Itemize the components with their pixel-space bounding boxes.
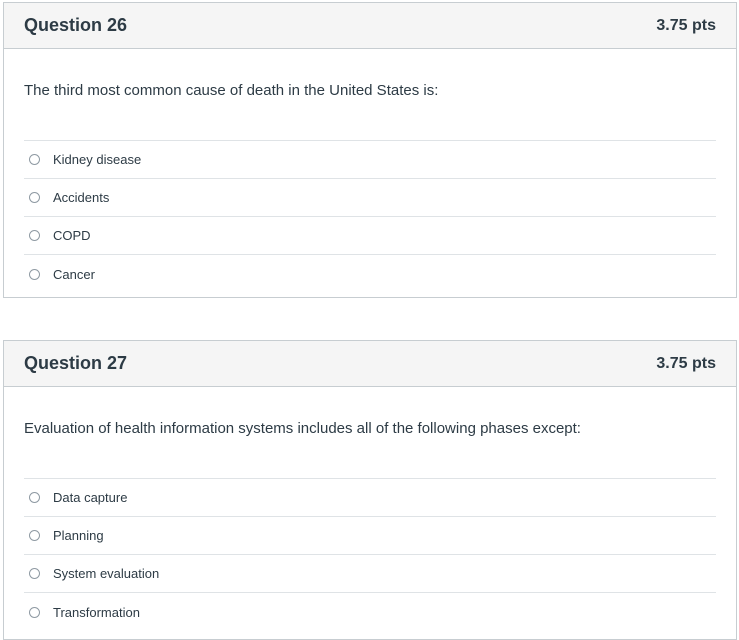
answer-label: Cancer <box>53 266 95 282</box>
question-header: Question 27 3.75 pts <box>4 341 736 387</box>
question-text: Evaluation of health information systems… <box>24 420 581 437</box>
radio-button[interactable] <box>29 192 40 203</box>
answer-option[interactable]: Accidents <box>24 179 716 217</box>
answer-option[interactable]: Kidney disease <box>24 141 716 179</box>
question-points: 3.75 pts <box>656 16 716 34</box>
answer-option[interactable]: Data capture <box>24 479 716 517</box>
question-body: Evaluation of health information systems… <box>4 420 736 631</box>
radio-button[interactable] <box>29 530 40 541</box>
question-card: Question 27 3.75 pts Evaluation of healt… <box>3 340 737 640</box>
answer-option[interactable]: Planning <box>24 517 716 555</box>
answer-label: Transformation <box>53 604 140 620</box>
question-title: Question 26 <box>24 15 128 35</box>
question-card: Question 26 3.75 pts The third most comm… <box>3 2 737 298</box>
answer-label: Planning <box>53 528 104 543</box>
question-title: Question 27 <box>24 353 128 373</box>
radio-button[interactable] <box>29 154 40 165</box>
question-points: 3.75 pts <box>656 354 716 372</box>
answer-option[interactable]: Transformation <box>24 593 716 631</box>
question-header: Question 26 3.75 pts <box>4 3 736 49</box>
answer-label: System evaluation <box>53 566 160 581</box>
answer-label: Kidney disease <box>53 152 142 167</box>
answer-label: Accidents <box>53 190 110 205</box>
answer-option[interactable]: Cancer <box>24 255 716 293</box>
answer-option[interactable]: System evaluation <box>24 555 716 593</box>
radio-button[interactable] <box>29 568 40 579</box>
radio-button[interactable] <box>29 606 40 618</box>
radio-button[interactable] <box>29 268 40 280</box>
answer-list: Data capture Planning System evaluation … <box>24 478 716 631</box>
radio-button[interactable] <box>29 492 40 503</box>
answer-option[interactable]: COPD <box>24 217 716 255</box>
answer-label: Data capture <box>53 490 128 505</box>
answer-list: Kidney disease Accidents COPD Cancer <box>24 140 716 293</box>
answer-label: COPD <box>53 228 91 243</box>
radio-button[interactable] <box>29 230 40 241</box>
question-text: The third most common cause of death in … <box>24 82 439 99</box>
question-body: The third most common cause of death in … <box>4 82 736 293</box>
